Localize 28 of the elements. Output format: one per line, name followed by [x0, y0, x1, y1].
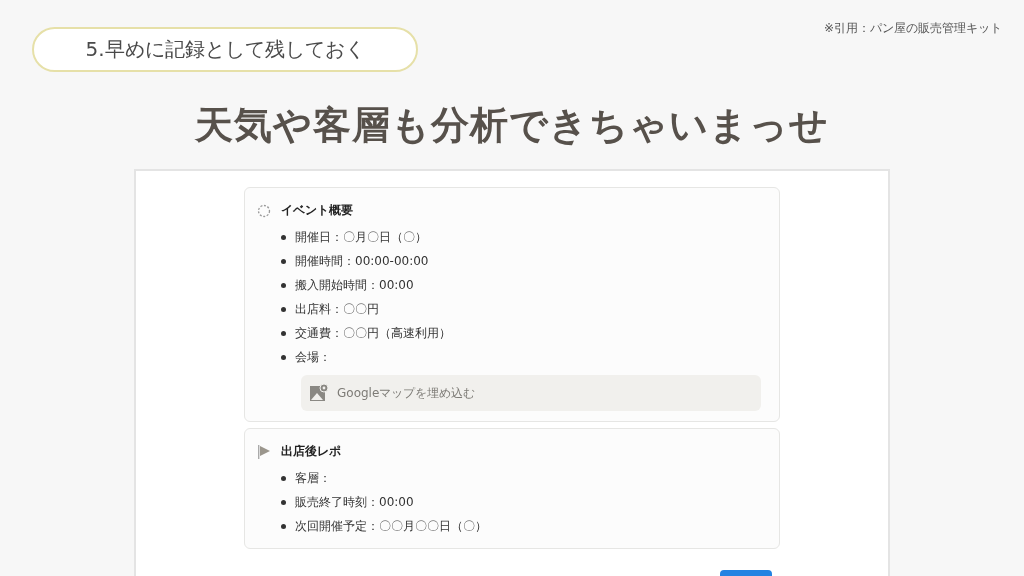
map-icon	[309, 383, 329, 403]
bullet-item: 出店料：〇〇円	[295, 301, 379, 317]
headline: 天気や客層も分析できちゃいまっせ	[193, 102, 830, 149]
bullet-dot-icon	[281, 258, 286, 264]
section-label: 5.早めに記録として残しておく	[32, 27, 418, 72]
bullet-item: 会場：	[295, 349, 331, 365]
source-note: ※引用：パン屋の販売管理キット	[823, 20, 1002, 37]
bullet-item: 次回開催予定：〇〇月〇〇日（〇）	[295, 518, 487, 534]
callout-title: 出店後レポ	[281, 443, 341, 460]
bullet-item: 搬入開始時間：00:00	[295, 277, 414, 293]
bullet-dot-icon	[281, 282, 286, 288]
callout-title: イベント概要	[281, 202, 353, 219]
bullet-dot-icon	[281, 330, 286, 336]
bullet-dot-icon	[281, 475, 286, 481]
map-embed-button[interactable]: Googleマップを埋め込む	[301, 375, 761, 411]
bullet-item: 販売終了時刻：00:00	[295, 494, 414, 510]
bullet-dot-icon	[281, 306, 286, 312]
dashed-circle-icon	[257, 203, 271, 218]
flag-icon	[257, 444, 271, 459]
bullet-item: 開催日：〇月〇日（〇）	[295, 229, 427, 245]
bullet-item: 客層：	[295, 470, 331, 486]
bullet-dot-icon	[281, 499, 286, 505]
bullet-dot-icon	[281, 234, 286, 240]
bullet-item: 交通費：〇〇円（高速利用）	[295, 325, 451, 341]
bullet-dot-icon	[281, 354, 286, 360]
bullet-item: 開催時間：00:00-00:00	[295, 253, 429, 269]
bullet-dot-icon	[281, 523, 286, 529]
embed-placeholder: Googleマップを埋め込む	[337, 385, 476, 401]
